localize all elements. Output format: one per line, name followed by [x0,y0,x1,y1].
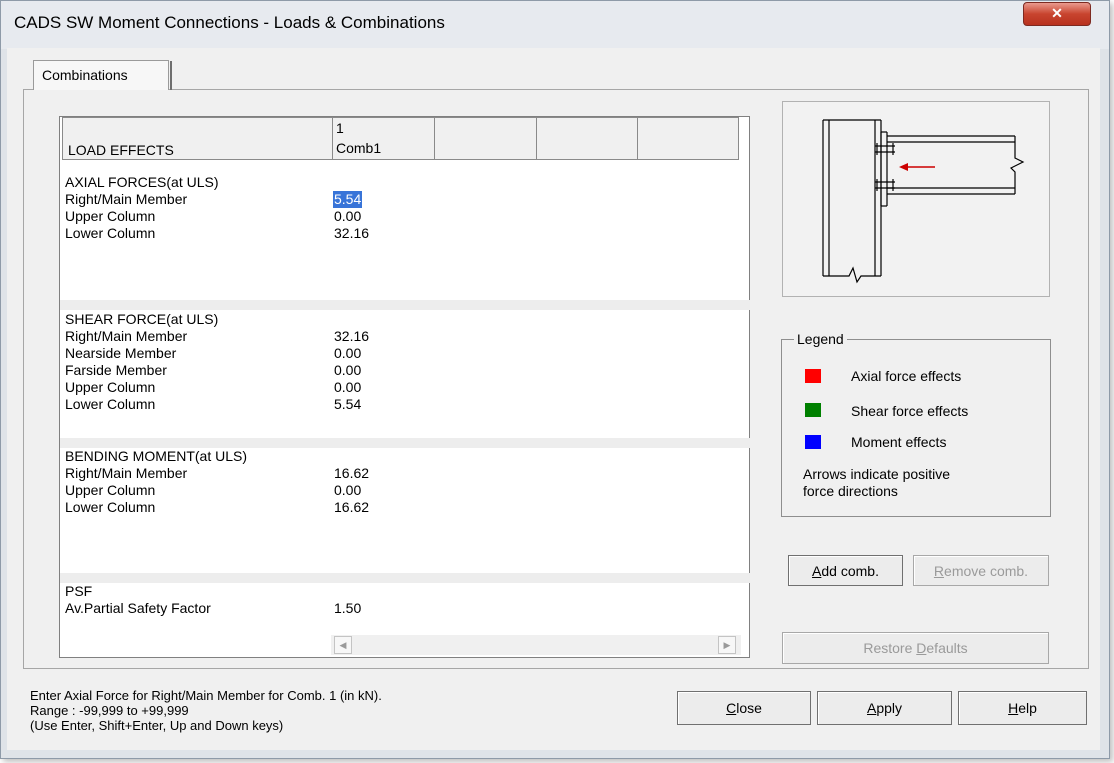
shear-nearside-value-cell[interactable]: 0.00 [334,345,361,362]
apply-label: pply [876,700,903,716]
grid-header-row: LOAD EFFECTS 1 Comb1 [62,117,739,160]
restore-accel: D [916,640,927,656]
bending-right-main-value-cell[interactable]: 16.62 [334,465,369,482]
restore-defaults-button[interactable]: Restore Defaults [782,632,1049,664]
section-separator [60,300,750,310]
add-comb-label: dd comb. [821,563,879,579]
apply-accel: A [866,700,877,716]
psf-heading: PSF [65,583,93,599]
connection-diagram [782,101,1050,297]
close-accel: C [726,700,737,716]
section-separator [60,573,750,583]
status-help-text: Enter Axial Force for Right/Main Member … [30,688,382,733]
legend-title: Legend [794,331,847,347]
shear-color-swatch [805,403,821,417]
axial-lower-column-value-cell[interactable]: 32.16 [334,225,369,242]
legend-note: force directions [803,483,898,499]
bending-moment-section: BENDING MOMENT(at ULS) Right/Main Member… [60,448,740,573]
add-comb-button[interactable]: Add comb. [788,555,903,586]
comb-number-header[interactable]: 1 [336,120,344,136]
axial-heading: AXIAL FORCES(at ULS) [65,174,219,190]
axial-right-main-value-cell[interactable]: 5.54 [333,191,363,208]
row-label: Lower Column [65,396,156,412]
tab-edge [170,61,172,90]
row-label: Nearside Member [65,345,177,361]
grid-col-divider [332,118,333,159]
legend-note: Arrows indicate positive [803,466,951,482]
legend-axial-label: Axial force effects [851,368,962,384]
axial-arrow-icon [899,163,935,171]
row-label: Upper Column [65,208,156,224]
window-close-button[interactable]: ✕ [1023,2,1091,26]
help-label: elp [1018,700,1037,716]
shear-upper-column-value-cell[interactable]: 0.00 [334,379,361,396]
help-button[interactable]: Help [958,691,1087,725]
close-label: lose [736,700,762,716]
scroll-right-icon[interactable]: ▶ [718,636,736,654]
grid-col-divider [434,118,435,159]
remove-comb-label: emove comb. [944,563,1029,579]
row-label: Lower Column [65,225,156,241]
shear-heading: SHEAR FORCE(at ULS) [65,311,219,327]
bending-lower-column-value-cell[interactable]: 16.62 [334,499,369,516]
axial-upper-column-value-cell[interactable]: 0.00 [334,208,361,225]
status-line: Range : -99,999 to +99,999 [30,703,189,718]
psf-section: PSF Av.Partial Safety Factor 1.50 [60,583,740,635]
restore-label-a: Restore [863,640,917,656]
help-accel: H [1008,700,1019,716]
row-label: Right/Main Member [65,465,188,481]
window-title: CADS SW Moment Connections - Loads & Com… [14,13,445,32]
section-separator [60,438,750,448]
tab-combinations[interactable]: Combinations [33,60,169,90]
status-line: Enter Axial Force for Right/Main Member … [30,688,382,703]
add-comb-accel: A [812,563,822,579]
close-button[interactable]: Close [677,691,811,725]
restore-label-b: efaults [926,640,968,656]
grid-col-divider [637,118,638,159]
title-bar: CADS SW Moment Connections - Loads & Com… [1,1,1109,49]
axial-forces-section: AXIAL FORCES(at ULS) Right/Main Member U… [60,172,740,300]
comb-name-header[interactable]: Comb1 [336,140,381,156]
grid-col-divider [738,118,739,159]
shear-right-main-value-cell[interactable]: 32.16 [334,328,369,345]
axial-color-swatch [805,369,821,383]
apply-button[interactable]: Apply [817,691,952,725]
row-label: Upper Column [65,379,156,395]
connection-diagram-svg [822,119,1025,284]
remove-comb-accel: R [933,563,945,579]
shear-force-section: SHEAR FORCE(at ULS) Right/Main Member Ne… [60,310,740,438]
grid-col-divider [536,118,537,159]
scroll-left-icon[interactable]: ◀ [334,636,352,654]
row-label: Lower Column [65,499,156,515]
legend-moment-label: Moment effects [851,434,947,450]
load-effects-header: LOAD EFFECTS [68,142,174,158]
moment-color-swatch [805,435,821,449]
row-label: Av.Partial Safety Factor [65,600,211,616]
row-label: Right/Main Member [65,328,188,344]
bending-heading: BENDING MOMENT(at ULS) [65,448,248,464]
bending-upper-column-value-cell[interactable]: 0.00 [334,482,361,499]
row-label: Upper Column [65,482,156,498]
shear-lower-column-value-cell[interactable]: 5.54 [334,396,361,413]
row-label: Right/Main Member [65,191,188,207]
remove-comb-button[interactable]: Remove comb. [913,555,1049,586]
shear-farside-value-cell[interactable]: 0.00 [334,362,361,379]
row-label: Farside Member [65,362,167,378]
psf-value-cell[interactable]: 1.50 [334,600,361,617]
status-line: (Use Enter, Shift+Enter, Up and Down key… [30,718,284,733]
grid-horizontal-scrollbar[interactable]: ◀ ▶ [331,635,741,655]
legend-shear-label: Shear force effects [851,403,969,419]
